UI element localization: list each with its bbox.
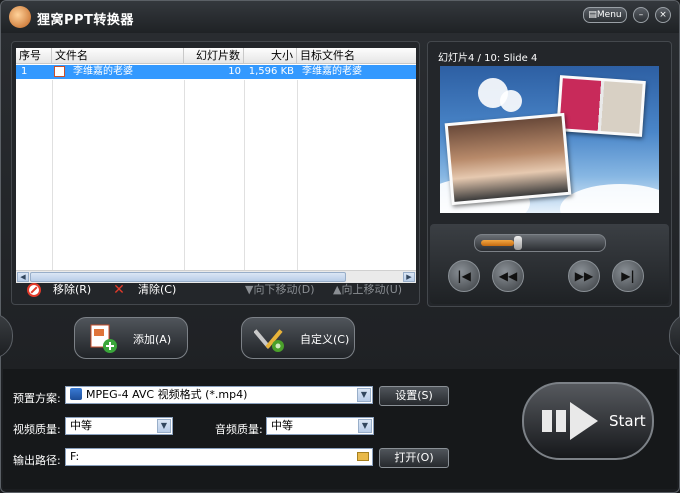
tools-icon	[253, 322, 286, 354]
preset-select[interactable]: MPEG-4 AVC 视频格式 (*.mp4) ▼	[65, 386, 373, 404]
progress-fill	[481, 240, 514, 246]
add-button-label: 添加(A)	[133, 333, 172, 346]
file-list-row[interactable]: 1 李维嘉的老婆 10 1,596 KB 李维嘉的老婆	[16, 65, 416, 79]
remove-icon	[27, 283, 41, 297]
preset-value: MPEG-4 AVC 视频格式 (*.mp4)	[70, 387, 247, 403]
left-edge-decoration	[0, 313, 13, 359]
chevron-down-icon[interactable]: ▼	[157, 419, 171, 433]
video-format-icon	[70, 388, 82, 400]
player-controls: |◀ ◀◀ ▶▶ ▶|	[430, 224, 669, 304]
column-divider	[52, 80, 53, 270]
folder-icon[interactable]	[357, 452, 369, 461]
column-header-size[interactable]: 大小	[244, 48, 297, 63]
clear-label: 清除(C)	[138, 283, 177, 296]
chevron-down-icon[interactable]: ▼	[358, 419, 372, 433]
row-filename: 李维嘉的老婆	[73, 66, 133, 77]
customize-button[interactable]: 自定义(C)	[241, 317, 355, 359]
open-folder-button[interactable]: 打开(O)	[379, 448, 449, 468]
cloud-graphic	[560, 184, 659, 213]
app-logo-icon	[9, 6, 31, 28]
file-list-header: 序号 文件名 幻灯片数 大小 目标文件名	[16, 48, 416, 64]
move-up-label: 向上移动(U)	[341, 283, 403, 296]
menu-button-label: Menu	[596, 10, 622, 20]
chevron-down-icon[interactable]: ▼	[357, 388, 371, 402]
audio-quality-label: 音频质量:	[215, 423, 263, 436]
add-button[interactable]: 添加(A)	[74, 317, 188, 359]
video-quality-label: 视频质量:	[13, 423, 61, 436]
close-button[interactable]: ×	[655, 7, 671, 23]
minimize-button[interactable]: –	[633, 7, 649, 23]
preset-label: 预置方案:	[13, 392, 61, 405]
file-list[interactable]: 序号 文件名 幻灯片数 大小 目标文件名 1 李维嘉的老婆 10 1,596 K…	[16, 48, 416, 283]
app-window: 狸窝PPT转换器 ▤Menu – × 序号 文件名 幻灯片数 大小 目标文件名 …	[0, 0, 680, 493]
clear-icon: ✕	[113, 282, 125, 298]
audio-quality-select[interactable]: 中等 ▼	[266, 417, 374, 435]
start-button-label: Start	[609, 412, 646, 430]
previous-slide-icon[interactable]: ◀◀	[492, 260, 524, 292]
column-header-index[interactable]: 序号	[16, 48, 52, 63]
preview-progress-slider[interactable]	[474, 234, 606, 252]
photo-frame	[556, 75, 646, 137]
column-header-target[interactable]: 目标文件名	[297, 48, 416, 63]
slide-preview-image	[440, 66, 659, 213]
photo-frame	[444, 112, 572, 206]
start-arrow-icon	[540, 396, 604, 449]
column-divider	[297, 80, 298, 270]
add-file-icon	[87, 322, 119, 354]
video-quality-value: 中等	[70, 419, 92, 432]
slide-label: 幻灯片4 / 10: Slide 4	[438, 53, 538, 64]
column-divider	[244, 80, 245, 270]
next-slide-icon[interactable]: ▶▶	[568, 260, 600, 292]
menu-icon: ▤	[588, 10, 597, 20]
row-index: 1	[21, 66, 28, 77]
move-down-button[interactable]: ▼向下移动(D)	[245, 281, 315, 299]
file-list-panel: 序号 文件名 幻灯片数 大小 目标文件名 1 李维嘉的老婆 10 1,596 K…	[11, 41, 420, 305]
ppt-file-icon	[54, 65, 68, 79]
output-path-input[interactable]: F:	[65, 448, 373, 466]
customize-button-label: 自定义(C)	[300, 333, 350, 346]
column-divider	[184, 80, 185, 270]
settings-button[interactable]: 设置(S)	[379, 386, 449, 406]
balloon-graphic	[500, 90, 522, 112]
video-quality-select[interactable]: 中等 ▼	[65, 417, 173, 435]
app-title: 狸窝PPT转换器	[37, 13, 134, 28]
last-slide-icon[interactable]: ▶|	[612, 260, 644, 292]
audio-quality-value: 中等	[271, 419, 293, 432]
preview-panel: 幻灯片4 / 10: Slide 4 |◀ ◀◀ ▶▶ ▶|	[427, 41, 672, 307]
remove-label: 移除(R)	[53, 283, 92, 296]
right-edge-decoration	[669, 313, 680, 359]
remove-button[interactable]: 移除(R)	[27, 281, 91, 299]
scroll-right-icon[interactable]: ▶	[403, 272, 415, 282]
output-path-value: F:	[70, 450, 80, 463]
move-down-label: 向下移动(D)	[253, 283, 315, 296]
column-header-filename[interactable]: 文件名	[52, 48, 184, 63]
menu-button[interactable]: ▤Menu	[583, 7, 627, 23]
clear-button[interactable]: ✕ 清除(C)	[112, 281, 176, 299]
start-button[interactable]: Start	[522, 382, 654, 460]
column-header-slides[interactable]: 幻灯片数	[184, 48, 244, 63]
output-path-label: 输出路径:	[13, 454, 61, 467]
preset-value-text: MPEG-4 AVC 视频格式 (*.mp4)	[86, 388, 248, 401]
row-target-filename: 李维嘉的老婆	[302, 66, 362, 77]
progress-knob[interactable]	[514, 236, 522, 250]
row-size: 1,596 KB	[248, 66, 294, 77]
row-slides: 10	[228, 66, 241, 77]
title-bar: 狸窝PPT转换器 ▤Menu – ×	[1, 1, 679, 33]
first-slide-icon[interactable]: |◀	[448, 260, 480, 292]
move-up-button[interactable]: ▲向上移动(U)	[333, 281, 402, 299]
